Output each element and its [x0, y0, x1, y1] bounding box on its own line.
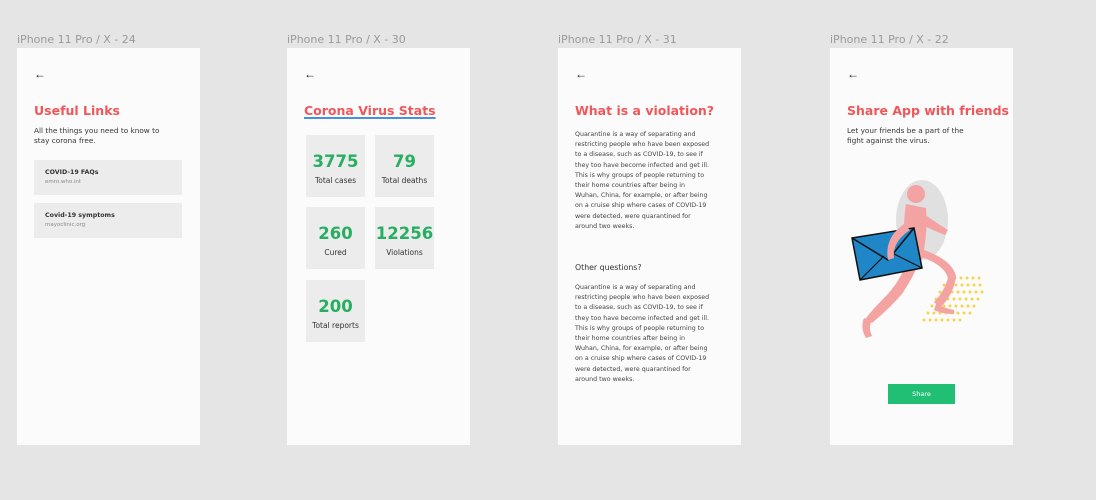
stat-label: Total reports	[312, 321, 359, 330]
frame-label-30: iPhone 11 Pro / X - 30	[287, 33, 406, 46]
stat-value: 260	[318, 224, 353, 243]
info-paragraph: Quarantine is a way of separating and re…	[575, 131, 710, 230]
link-url: mayoclinic.org	[45, 222, 86, 228]
link-url: emro.who.int	[45, 179, 82, 185]
link-card-covid-faqs[interactable]: COVID-19 FAQs emro.who.int	[34, 160, 182, 195]
page-subtitle: Let your friends be a part of the fight …	[847, 126, 964, 145]
runner-envelope-illustration	[851, 180, 984, 338]
stat-card-cured: 260 Cured	[306, 207, 365, 269]
frame-useful-links: ← Useful Links All the things you need t…	[17, 48, 200, 445]
section-heading: Other questions?	[575, 263, 642, 272]
page-subtitle: All the things you need to know to stay …	[34, 126, 160, 145]
stat-card-total-cases: 3775 Total cases	[306, 135, 365, 197]
stat-label: Cured	[324, 248, 347, 257]
back-arrow-icon[interactable]: ←	[575, 68, 587, 80]
frame-share-app: ← Share App with friends Let your friend…	[830, 48, 1013, 445]
page-title: Useful Links	[34, 103, 120, 118]
frame-label-31: iPhone 11 Pro / X - 31	[558, 33, 677, 46]
stat-card-total-deaths: 79 Total deaths	[375, 135, 434, 197]
link-title: Covid-19 symptoms	[45, 212, 115, 219]
page-title: Share App with friends	[847, 103, 1009, 118]
back-arrow-icon[interactable]: ←	[34, 68, 46, 80]
page-title: Corona Virus Stats	[304, 103, 436, 118]
back-arrow-icon[interactable]: ←	[847, 68, 859, 80]
stat-value: 12256	[375, 224, 434, 243]
frame-violation-info: ← What is a violation? Quarantine is a w…	[558, 48, 741, 445]
stat-value: 3775	[312, 152, 359, 171]
share-button[interactable]: Share	[888, 384, 955, 404]
frame-corona-stats: ← Corona Virus Stats 3775 Total cases 79…	[287, 48, 470, 445]
stat-label: Total cases	[314, 176, 357, 185]
frame-label-24: iPhone 11 Pro / X - 24	[17, 33, 136, 46]
stat-card-total-reports: 200 Total reports	[306, 280, 365, 342]
link-title: COVID-19 FAQs	[45, 169, 99, 176]
stat-label: Total deaths	[381, 176, 428, 185]
info-paragraph: Quarantine is a way of separating and re…	[575, 284, 710, 383]
link-card-covid-symptoms[interactable]: Covid-19 symptoms mayoclinic.org	[34, 203, 182, 238]
page-title: What is a violation?	[575, 103, 715, 118]
back-arrow-icon[interactable]: ←	[304, 68, 316, 80]
stat-label: Violations	[386, 248, 423, 257]
stat-card-violations: 12256 Violations	[375, 207, 434, 269]
stat-value: 79	[393, 152, 416, 171]
frame-label-22: iPhone 11 Pro / X - 22	[830, 33, 949, 46]
stat-value: 200	[318, 297, 353, 316]
